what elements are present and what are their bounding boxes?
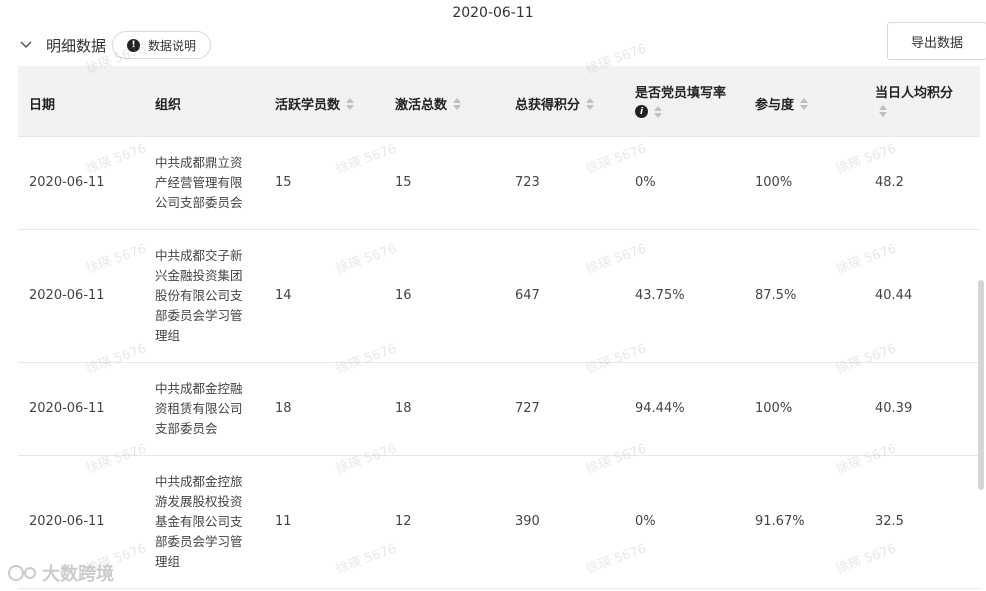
chevron-down-icon[interactable] [18, 37, 34, 53]
section-title: 明细数据 [46, 36, 107, 55]
cell-date: 2020-06-11 [29, 514, 105, 529]
table-header: 日期 组织 活跃学员数 激活总数 总获得积分 是否党员填写率 i 参与度 当日人… [18, 66, 980, 137]
cell-activated: 16 [395, 288, 412, 303]
col-header-org: 组织 [155, 98, 182, 113]
cell-active: 18 [275, 401, 292, 416]
export-data-button[interactable]: 导出数据 [887, 22, 986, 60]
cell-date: 2020-06-11 [29, 288, 105, 303]
vertical-scrollbar[interactable] [978, 280, 984, 490]
brand-text: 大数跨境 [42, 564, 114, 585]
data-explanation-button[interactable]: ! 数据说明 [112, 31, 212, 59]
table-row[interactable]: 2020-06-11 中共成都鼎立资产经营管理有限公司支部委员会 15 15 7… [18, 137, 980, 230]
cell-points: 647 [515, 288, 540, 303]
cell-fill-rate: 94.44% [635, 401, 685, 416]
cell-activated: 18 [395, 401, 412, 416]
cell-fill-rate: 0% [635, 175, 656, 190]
cell-fill-rate: 43.75% [635, 288, 685, 303]
info-icon[interactable]: i [635, 105, 648, 118]
cell-activated: 15 [395, 175, 412, 190]
cell-points: 727 [515, 401, 540, 416]
cell-date: 2020-06-11 [29, 401, 105, 416]
col-header-avg-points: 当日人均积分 [875, 82, 953, 117]
cell-points: 723 [515, 175, 540, 190]
sort-icon[interactable] [453, 97, 462, 110]
cell-participation: 100% [755, 175, 793, 190]
cell-participation: 87.5% [755, 288, 797, 303]
detail-table: 日期 组织 活跃学员数 激活总数 总获得积分 是否党员填写率 i 参与度 当日人… [18, 66, 980, 589]
cell-active: 15 [275, 175, 292, 190]
col-header-participation: 参与度 [755, 94, 809, 113]
col-header-active: 活跃学员数 [275, 94, 355, 113]
cell-active: 11 [275, 514, 292, 529]
sort-icon[interactable] [654, 105, 662, 118]
col-header-points: 总获得积分 [515, 94, 595, 113]
cell-org: 中共成都金控融资租赁有限公司支部委员会 [155, 381, 243, 436]
cell-participation: 91.67% [755, 514, 805, 529]
cell-avg-points: 40.44 [875, 288, 913, 303]
col-header-activated: 激活总数 [395, 94, 462, 113]
section-header: 明细数据 ! 数据说明 [18, 30, 212, 60]
sort-icon[interactable] [800, 97, 809, 110]
brand-logo-icon [8, 565, 36, 581]
sort-icon[interactable] [879, 105, 887, 117]
cell-activated: 12 [395, 514, 412, 529]
cell-points: 390 [515, 514, 540, 529]
col-header-date: 日期 [29, 98, 56, 113]
cell-avg-points: 40.39 [875, 401, 913, 416]
table-row[interactable]: 2020-06-11 中共成都金控融资租赁有限公司支部委员会 18 18 727… [18, 363, 980, 456]
table-row[interactable]: 2020-06-11 中共成都交子新兴金融投资集团股份有限公司支部委员会学习管理… [18, 230, 980, 363]
sort-icon[interactable] [586, 97, 595, 110]
data-explanation-label: 数据说明 [148, 38, 197, 53]
cell-avg-points: 32.5 [875, 514, 904, 529]
table-row[interactable]: 2020-06-11 中共成都金控旅游发展股权投资基金有限公司支部委员会学习管理… [18, 456, 980, 589]
col-header-fill-rate: 是否党员填写率 i [635, 86, 727, 118]
cell-fill-rate: 0% [635, 514, 656, 529]
cell-org: 中共成都鼎立资产经营管理有限公司支部委员会 [155, 155, 243, 210]
cell-org: 中共成都交子新兴金融投资集团股份有限公司支部委员会学习管理组 [155, 248, 243, 343]
cell-org: 中共成都金控旅游发展股权投资基金有限公司支部委员会学习管理组 [155, 474, 243, 569]
exclamation-icon: ! [127, 38, 141, 52]
cell-date: 2020-06-11 [29, 175, 105, 190]
cell-active: 14 [275, 288, 292, 303]
cell-participation: 100% [755, 401, 793, 416]
report-date: 2020-06-11 [452, 5, 534, 21]
brand-watermark: 大数跨境 [8, 560, 114, 586]
cell-avg-points: 48.2 [875, 175, 904, 190]
sort-icon[interactable] [346, 97, 355, 110]
